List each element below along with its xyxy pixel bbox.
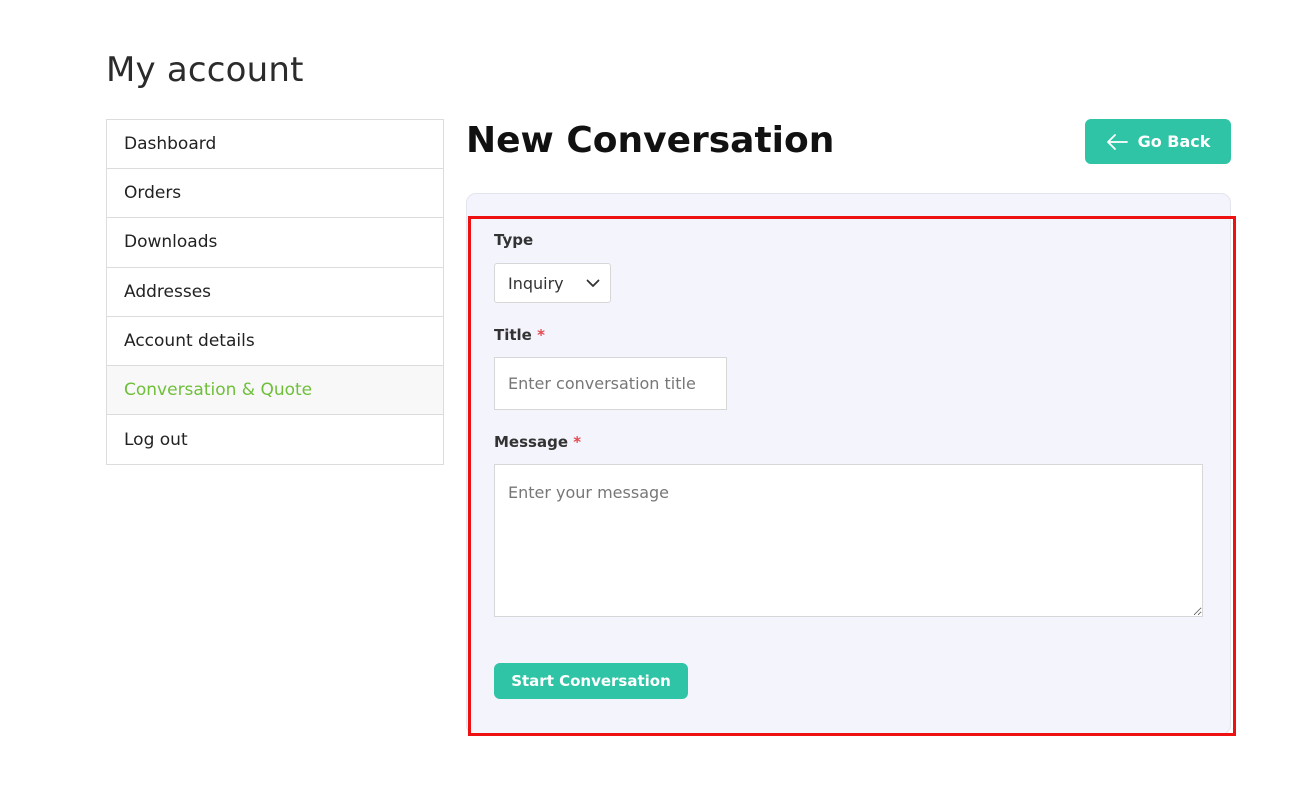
type-label: Type xyxy=(494,231,533,249)
title-label: Title * xyxy=(494,326,545,344)
type-label-text: Type xyxy=(494,231,534,249)
sidebar-item-log-out[interactable]: Log out xyxy=(107,415,443,464)
required-mark: * xyxy=(537,326,545,344)
sidebar-item-orders[interactable]: Orders xyxy=(107,169,443,219)
page-title: My account xyxy=(106,50,304,90)
message-label: Message * xyxy=(494,433,581,451)
title-input[interactable] xyxy=(494,357,727,410)
sidebar-item-account-details[interactable]: Account details xyxy=(107,317,443,366)
message-label-text: Message xyxy=(494,433,568,451)
sidebar-item-addresses[interactable]: Addresses xyxy=(107,268,443,317)
start-conversation-button[interactable]: Start Conversation xyxy=(494,663,688,699)
go-back-label: Go Back xyxy=(1137,132,1211,151)
sidebar-item-conversation-quote[interactable]: Conversation & Quote xyxy=(107,365,443,416)
type-select[interactable]: Inquiry xyxy=(494,263,611,303)
account-sidebar: Dashboard Orders Downloads Addresses Acc… xyxy=(106,119,444,466)
go-back-button[interactable]: Go Back xyxy=(1085,119,1231,164)
section-heading: New Conversation xyxy=(466,120,835,161)
sidebar-item-dashboard[interactable]: Dashboard xyxy=(107,120,443,170)
arrow-left-icon xyxy=(1106,133,1128,150)
required-mark: * xyxy=(573,433,582,451)
sidebar-item-downloads[interactable]: Downloads xyxy=(107,218,443,268)
chevron-down-icon xyxy=(586,279,600,287)
message-textarea[interactable] xyxy=(494,464,1203,617)
title-label-text: Title xyxy=(494,326,532,344)
type-selected-value: Inquiry xyxy=(508,273,564,293)
